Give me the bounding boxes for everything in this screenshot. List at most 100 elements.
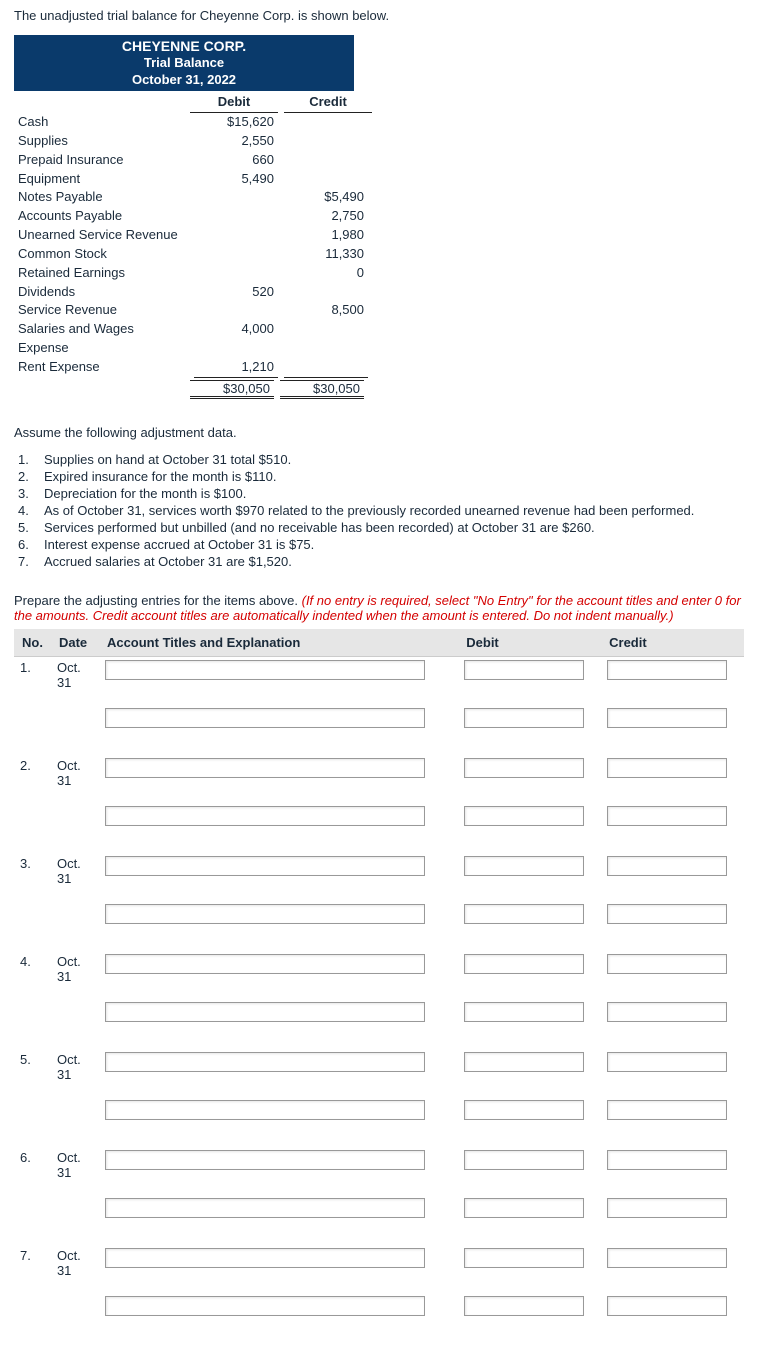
trial-balance-row: Equipment 5,490 [14,170,354,189]
total-credit: $30,050 [280,380,364,399]
debit-amount [194,264,278,283]
report-date: October 31, 2022 [14,72,354,89]
credit-input[interactable] [607,758,727,778]
debit-amount [194,301,278,320]
debit-input[interactable] [464,708,584,728]
entry-no: 7. [14,1245,51,1281]
entry-no: 5. [14,1049,51,1085]
account-title-input[interactable] [105,1150,425,1170]
entry-row [14,999,744,1025]
credit-amount: 1,980 [284,226,368,245]
account-name: Rent Expense [14,358,188,378]
debit-amount: $15,620 [194,113,278,132]
adjustment-text: Supplies on hand at October 31 total $51… [44,452,746,467]
debit-input[interactable] [464,1198,584,1218]
adjustment-number: 7. [18,554,44,569]
debit-amount [194,245,278,264]
trial-balance-row: Rent Expense1,210 [14,358,354,378]
debit-input[interactable] [464,1052,584,1072]
entry-row [14,901,744,927]
account-name: Prepaid Insurance [14,151,188,170]
credit-amount [284,283,368,302]
account-title-input[interactable] [105,954,425,974]
entry-row [14,1195,744,1221]
debit-input[interactable] [464,806,584,826]
credit-amount [284,358,368,378]
debit-input[interactable] [464,1150,584,1170]
col-no: No. [14,629,51,657]
adjustment-text: Depreciation for the month is $100. [44,486,746,501]
credit-input[interactable] [607,708,727,728]
assume-text: Assume the following adjustment data. [14,425,746,440]
debit-input[interactable] [464,856,584,876]
adjusting-entries-table: No. Date Account Titles and Explanation … [14,629,744,1343]
adjustment-number: 6. [18,537,44,552]
trial-balance-row: Salaries and Wages Expense4,000 [14,320,354,358]
account-title-input[interactable] [105,758,425,778]
debit-input[interactable] [464,660,584,680]
credit-amount: 0 [284,264,368,283]
account-name: Service Revenue [14,301,188,320]
account-name: Equipment [14,170,188,189]
adjustment-list: 1.Supplies on hand at October 31 total $… [18,452,746,569]
trial-balance-row: Accounts Payable2,750 [14,207,354,226]
trial-balance-row: Retained Earnings0 [14,264,354,283]
account-name: Dividends [14,283,188,302]
credit-input[interactable] [607,1052,727,1072]
account-title-input[interactable] [105,1198,425,1218]
adjustment-text: Expired insurance for the month is $110. [44,469,746,484]
debit-amount [194,188,278,207]
adjustment-item: 2.Expired insurance for the month is $11… [18,469,746,484]
adjustment-item: 1.Supplies on hand at October 31 total $… [18,452,746,467]
account-title-input[interactable] [105,708,425,728]
account-title-input[interactable] [105,1100,425,1120]
adjustment-text: Services performed but unbilled (and no … [44,520,746,535]
entry-row [14,1097,744,1123]
col-date: Date [51,629,99,657]
entry-row: 1.Oct. 31 [14,656,744,693]
debit-input[interactable] [464,1100,584,1120]
account-title-input[interactable] [105,904,425,924]
credit-input[interactable] [607,954,727,974]
debit-input[interactable] [464,1296,584,1316]
account-title-input[interactable] [105,1296,425,1316]
company-name: CHEYENNE CORP. [14,37,354,55]
debit-input[interactable] [464,904,584,924]
debit-input[interactable] [464,1248,584,1268]
credit-input[interactable] [607,904,727,924]
entry-row: 5.Oct. 31 [14,1049,744,1085]
account-title-input[interactable] [105,660,425,680]
account-title-input[interactable] [105,856,425,876]
adjustment-item: 6.Interest expense accrued at October 31… [18,537,746,552]
adjustment-item: 4.As of October 31, services worth $970 … [18,503,746,518]
account-title-input[interactable] [105,806,425,826]
credit-input[interactable] [607,806,727,826]
debit-amount: 5,490 [194,170,278,189]
credit-input[interactable] [607,1296,727,1316]
credit-input[interactable] [607,1002,727,1022]
credit-amount [284,132,368,151]
credit-input[interactable] [607,1248,727,1268]
credit-input[interactable] [607,660,727,680]
credit-input[interactable] [607,856,727,876]
credit-input[interactable] [607,1100,727,1120]
prepare-instruction: Prepare the adjusting entries for the it… [14,593,746,623]
credit-input[interactable] [607,1198,727,1218]
adjustment-number: 4. [18,503,44,518]
entry-row: 3.Oct. 31 [14,853,744,889]
account-name: Cash [14,113,188,132]
adjustment-text: Interest expense accrued at October 31 i… [44,537,746,552]
debit-input[interactable] [464,758,584,778]
credit-amount [284,113,368,132]
account-title-input[interactable] [105,1052,425,1072]
entry-date: Oct. 31 [51,656,99,693]
prepare-lead: Prepare the adjusting entries for the it… [14,593,302,608]
credit-amount [284,151,368,170]
debit-input[interactable] [464,954,584,974]
account-title-input[interactable] [105,1002,425,1022]
account-title-input[interactable] [105,1248,425,1268]
entry-row [14,1293,744,1319]
credit-input[interactable] [607,1150,727,1170]
debit-input[interactable] [464,1002,584,1022]
account-name: Salaries and Wages Expense [14,320,188,358]
